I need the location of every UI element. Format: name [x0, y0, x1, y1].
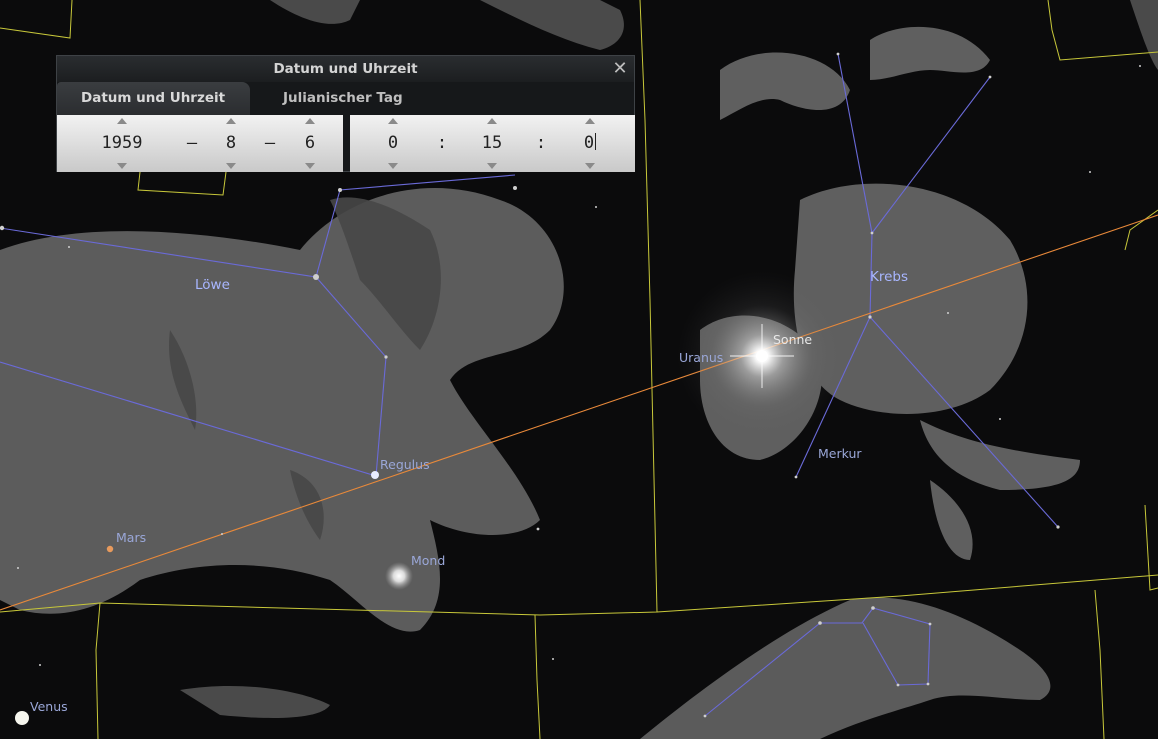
- moon[interactable]: [385, 562, 413, 590]
- minute-down-arrow-icon[interactable]: [487, 163, 497, 169]
- tab-julian-day[interactable]: Julianischer Tag: [259, 82, 449, 115]
- year-spinbox[interactable]: 1959: [92, 115, 152, 172]
- month-down-arrow-icon[interactable]: [226, 163, 236, 169]
- minute-value[interactable]: 15: [462, 133, 522, 153]
- day-down-arrow-icon[interactable]: [305, 163, 315, 169]
- day-value[interactable]: 6: [280, 133, 340, 153]
- leo-label: Löwe: [195, 277, 230, 293]
- venus-label: Venus: [30, 699, 68, 714]
- time-separator: :: [436, 133, 448, 153]
- mercury-label: Merkur: [818, 446, 862, 461]
- second-up-arrow-icon[interactable]: [585, 118, 595, 124]
- month-value[interactable]: 8: [201, 133, 261, 153]
- second-spinbox[interactable]: 0: [560, 115, 620, 172]
- dialog-title[interactable]: Datum und Uhrzeit: [57, 56, 634, 82]
- month-up-arrow-icon[interactable]: [226, 118, 236, 124]
- date-separator: –: [186, 133, 198, 153]
- date-panel: 1959 – 8 – 6: [57, 115, 343, 172]
- dialog-tabs: Datum und Uhrzeit Julianischer Tag: [57, 82, 634, 115]
- year-down-arrow-icon[interactable]: [117, 163, 127, 169]
- hour-spinbox[interactable]: 0: [363, 115, 423, 172]
- regulus-label: Regulus: [380, 457, 430, 472]
- date-time-dialog[interactable]: Datum und Uhrzeit ✕ Datum und Uhrzeit Ju…: [56, 55, 635, 172]
- venus-planet[interactable]: [15, 711, 29, 725]
- date-separator: –: [264, 133, 276, 153]
- hour-value[interactable]: 0: [363, 133, 423, 153]
- hour-up-arrow-icon[interactable]: [388, 118, 398, 124]
- day-spinbox[interactable]: 6: [280, 115, 340, 172]
- close-icon[interactable]: ✕: [610, 59, 630, 79]
- time-panel: 0 : 15 : 0: [350, 115, 635, 172]
- year-value[interactable]: 1959: [92, 133, 152, 153]
- second-value[interactable]: 0: [560, 133, 620, 153]
- minute-up-arrow-icon[interactable]: [487, 118, 497, 124]
- dialog-title-text: Datum und Uhrzeit: [273, 61, 418, 77]
- mars-label: Mars: [116, 530, 146, 545]
- second-value-text: 0: [583, 133, 595, 153]
- minute-spinbox[interactable]: 15: [462, 115, 522, 172]
- month-spinbox[interactable]: 8: [201, 115, 261, 172]
- time-separator: :: [535, 133, 547, 153]
- tab-date-time[interactable]: Datum und Uhrzeit: [57, 82, 250, 115]
- leo-artwork: [0, 188, 564, 632]
- moon-label: Mond: [411, 553, 445, 568]
- mars-planet[interactable]: [106, 545, 114, 553]
- sun-label: Sonne: [773, 332, 812, 347]
- hour-down-arrow-icon[interactable]: [388, 163, 398, 169]
- regulus-star[interactable]: [371, 471, 379, 479]
- hydra-artwork: [640, 597, 1051, 739]
- text-cursor: [595, 133, 597, 150]
- day-up-arrow-icon[interactable]: [305, 118, 315, 124]
- uranus-label: Uranus: [679, 350, 723, 365]
- year-up-arrow-icon[interactable]: [117, 118, 127, 124]
- second-down-arrow-icon[interactable]: [585, 163, 595, 169]
- cancer-label: Krebs: [870, 269, 908, 285]
